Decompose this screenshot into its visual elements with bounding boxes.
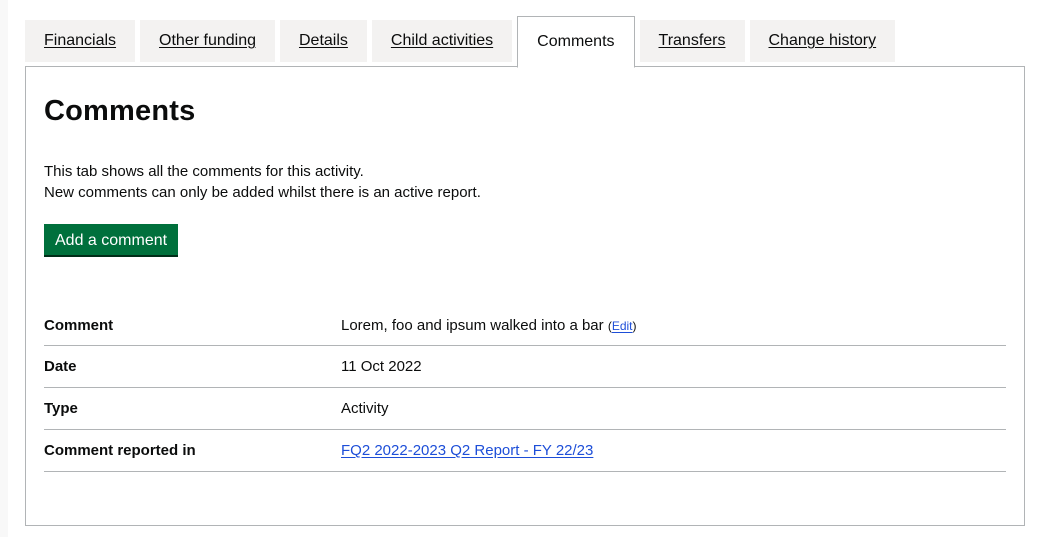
tab-change-history[interactable]: Change history <box>749 20 896 62</box>
comment-summary-list: Comment Lorem, foo and ipsum walked into… <box>44 305 1006 472</box>
comment-text: Lorem, foo and ipsum walked into a bar <box>341 316 604 334</box>
summary-value: Lorem, foo and ipsum walked into a bar (… <box>341 317 1006 334</box>
summary-row-type: Type Activity <box>44 388 1006 430</box>
tab-comments[interactable]: Comments <box>517 16 635 68</box>
tab-financials[interactable]: Financials <box>25 20 136 62</box>
intro-line: This tab shows all the comments for this… <box>44 163 364 180</box>
summary-row-reported-in: Comment reported in FQ2 2022-2023 Q2 Rep… <box>44 430 1006 472</box>
tab-other-funding[interactable]: Other funding <box>140 20 275 62</box>
summary-row-date: Date 11 Oct 2022 <box>44 346 1006 388</box>
edit-paren-close: ) <box>632 318 637 333</box>
add-comment-button[interactable]: Add a comment <box>44 224 179 257</box>
intro-line: New comments can only be added whilst th… <box>44 184 481 201</box>
summary-value: FQ2 2022-2023 Q2 Report - FY 22/23 <box>341 442 1006 459</box>
comments-panel: Comments This tab shows all the comments… <box>25 66 1025 526</box>
summary-row-comment: Comment Lorem, foo and ipsum walked into… <box>44 305 1006 346</box>
tab-child-activities[interactable]: Child activities <box>371 20 513 62</box>
summary-key: Type <box>44 400 78 417</box>
summary-key: Comment <box>44 316 114 334</box>
summary-value: Activity <box>341 400 389 417</box>
report-link[interactable]: FQ2 2022-2023 Q2 Report - FY 22/23 <box>341 442 593 459</box>
intro-text: This tab shows all the comments for this… <box>44 161 481 203</box>
tab-list: Financials Other funding Details Child a… <box>25 16 900 68</box>
edit-comment-link[interactable]: Edit <box>612 319 633 333</box>
tab-transfers[interactable]: Transfers <box>639 20 745 62</box>
page-title: Comments <box>44 95 196 127</box>
summary-key: Comment reported in <box>44 442 196 459</box>
summary-key: Date <box>44 358 77 375</box>
tab-details[interactable]: Details <box>279 20 367 62</box>
summary-value: 11 Oct 2022 <box>341 358 422 375</box>
